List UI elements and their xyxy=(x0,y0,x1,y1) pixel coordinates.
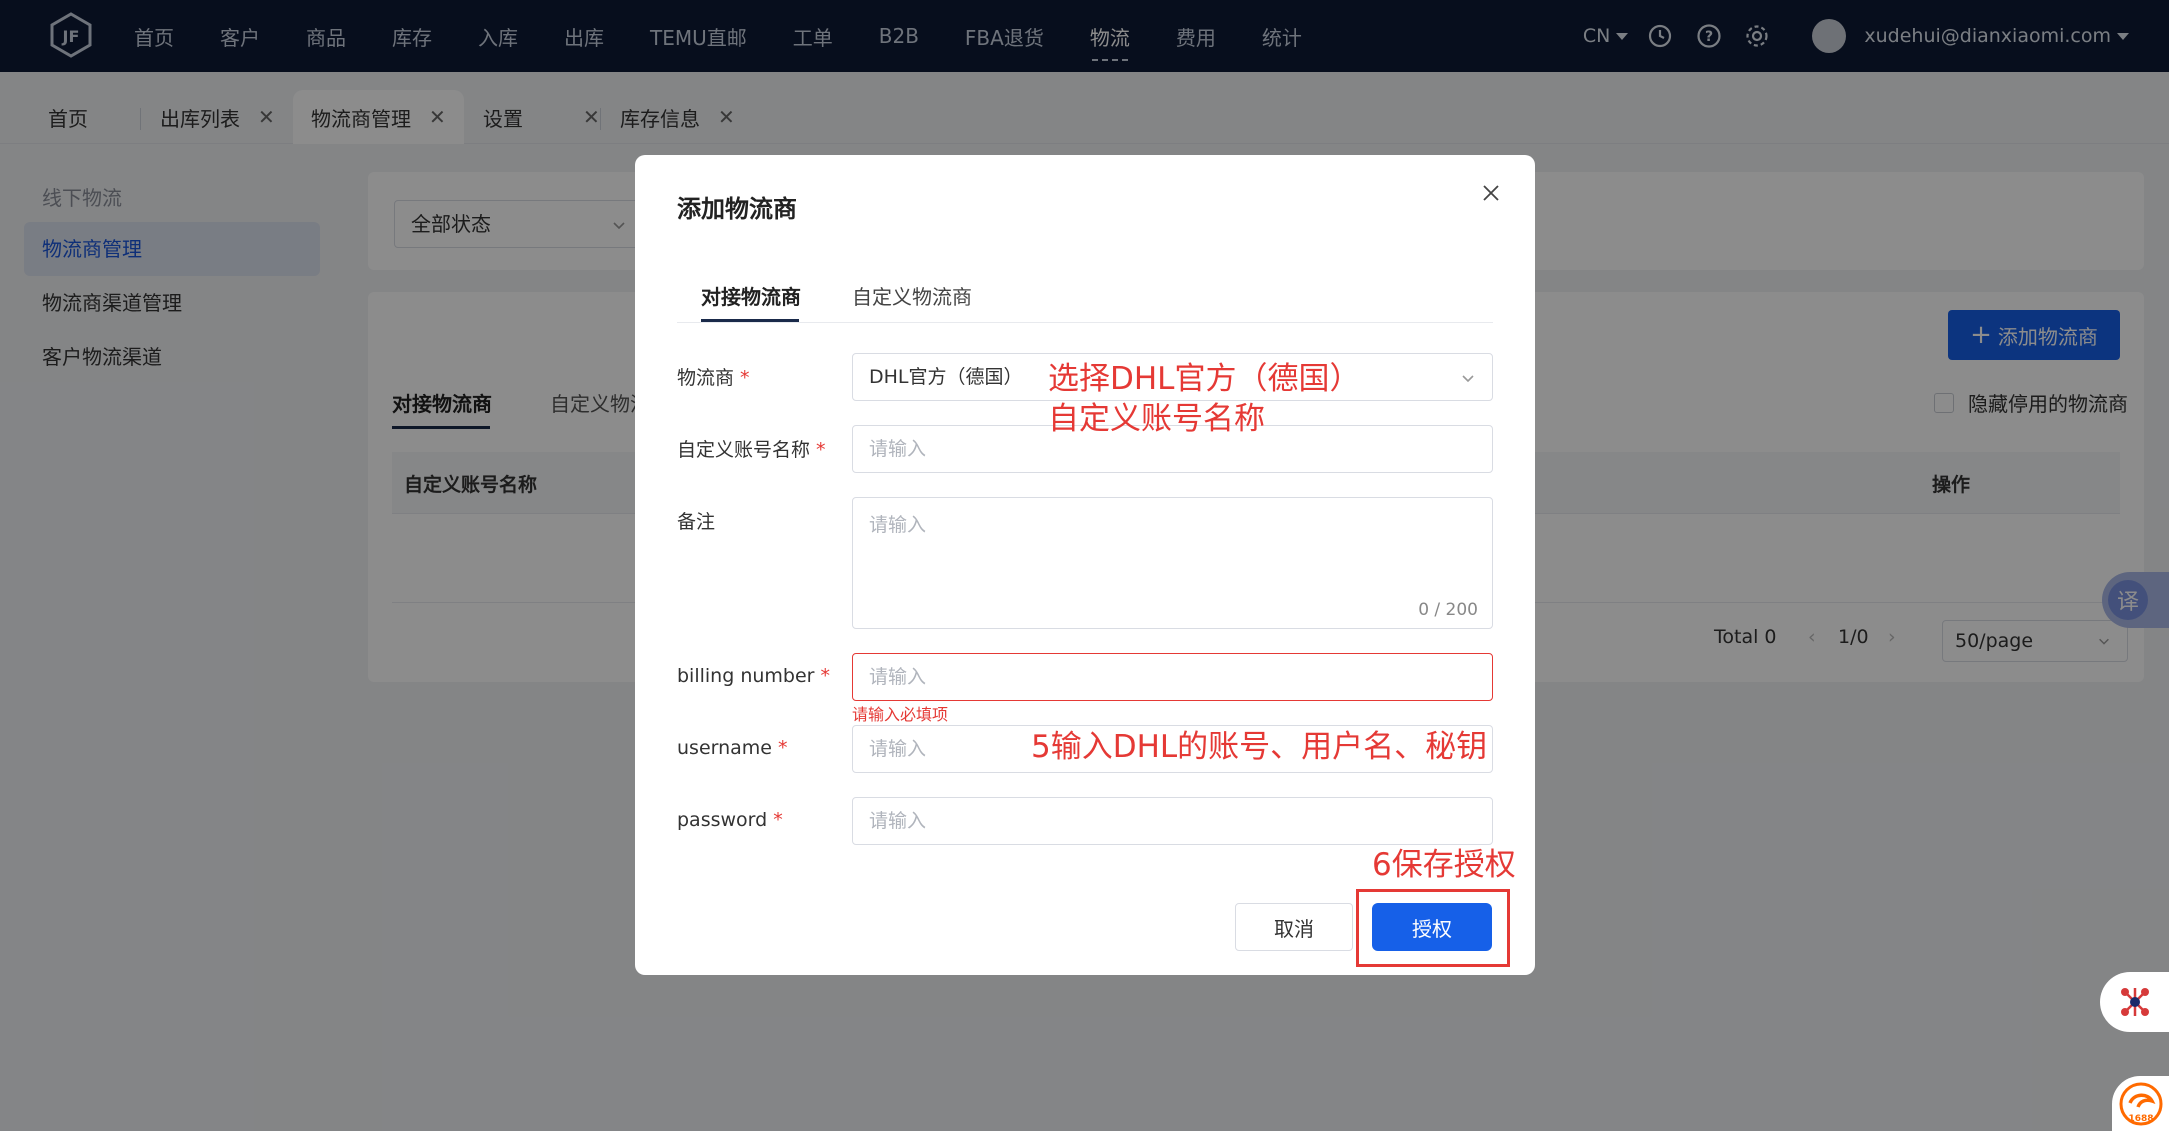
active-tab-indicator xyxy=(701,319,799,322)
ali1688-logo-icon: 1688 xyxy=(2119,1082,2162,1125)
annotation-select-dhl: 选择DHL官方（德国） xyxy=(1048,361,1361,397)
annotation-account-name: 自定义账号名称 xyxy=(1048,401,1265,437)
username-label-text: username xyxy=(677,737,772,759)
carrier-label: 物流商 * xyxy=(677,363,750,390)
password-input[interactable]: 请输入 xyxy=(852,797,1493,845)
billing-number-error: 请输入必填项 xyxy=(852,705,949,724)
annotation-save-authorize: 6保存授权 xyxy=(1372,847,1516,883)
assistant-widget[interactable] xyxy=(2100,972,2169,1032)
required-mark: * xyxy=(820,665,830,687)
carrier-select-value: DHL官方（德国） xyxy=(869,366,1023,388)
annotation-highlight-box xyxy=(1356,889,1510,967)
remark-label: 备注 xyxy=(677,511,716,533)
billing-number-label: billing number * xyxy=(677,665,830,687)
account-name-label-text: 自定义账号名称 xyxy=(677,439,811,461)
account-name-label: 自定义账号名称 * xyxy=(677,435,826,462)
required-mark: * xyxy=(778,737,788,759)
annotation-enter-credentials: 5输入DHL的账号、用户名、秘钥 xyxy=(1031,729,1488,765)
required-mark: * xyxy=(773,809,783,831)
ali1688-label: 1688 xyxy=(2128,1114,2153,1124)
remark-placeholder: 请输入 xyxy=(869,514,927,536)
tab-custom-carrier[interactable]: 自定义物流商 xyxy=(852,281,972,310)
password-label: password * xyxy=(677,809,783,831)
network-graph-icon xyxy=(2120,988,2149,1016)
billing-number-label-text: billing number xyxy=(677,665,815,687)
dialog-tabs: 对接物流商 自定义物流商 xyxy=(677,273,1493,323)
cancel-button[interactable]: 取消 xyxy=(1235,903,1353,951)
add-carrier-dialog: 添加物流商 对接物流商 自定义物流商 物流商 * DHL官方（德国） 自定义账号名… xyxy=(635,155,1535,975)
remark-char-counter: 0 / 200 xyxy=(1418,600,1478,620)
ali1688-widget[interactable]: 1688 xyxy=(2112,1076,2169,1131)
password-label-text: password xyxy=(677,809,768,831)
required-mark: * xyxy=(740,367,750,389)
username-label: username * xyxy=(677,737,788,759)
carrier-label-text: 物流商 xyxy=(677,367,735,389)
remark-textarea[interactable]: 请输入 0 / 200 xyxy=(852,497,1493,629)
tab-connected-carrier[interactable]: 对接物流商 xyxy=(701,281,801,310)
required-mark: * xyxy=(816,439,826,461)
close-icon[interactable] xyxy=(1473,175,1509,211)
chevron-down-icon xyxy=(1462,375,1474,383)
dialog-title: 添加物流商 xyxy=(677,195,797,223)
billing-number-input[interactable]: 请输入 xyxy=(852,653,1493,701)
